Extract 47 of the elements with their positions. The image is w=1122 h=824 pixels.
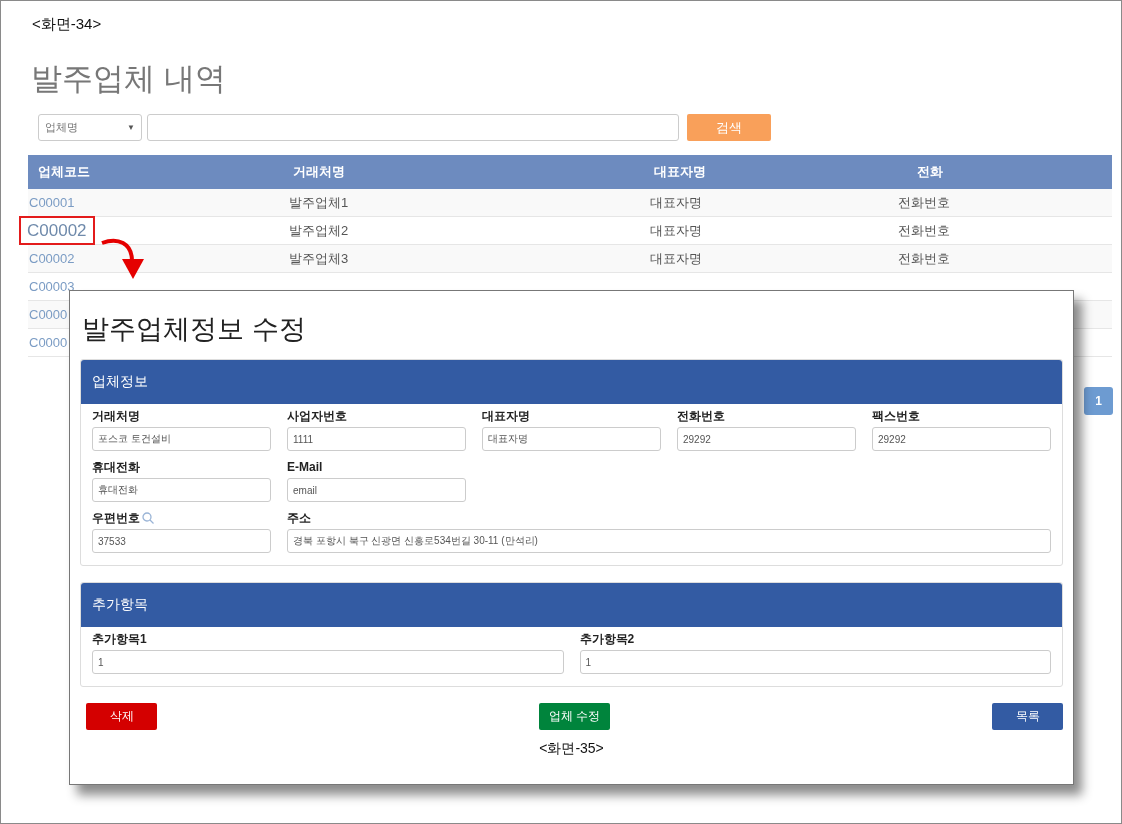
table-cell: 전화번호 — [898, 222, 950, 238]
action-button[interactable]: 목록 — [992, 703, 1063, 730]
table-cell: 대표자명 — [650, 194, 702, 210]
input-field[interactable]: 37533 — [92, 529, 271, 553]
search-select[interactable]: 업체명 ▼ — [38, 114, 142, 141]
input-field[interactable]: 경북 포항시 북구 신광면 신흥로534번길 30-11 (만석리) — [287, 529, 1051, 553]
field-label: 추가항목1 — [92, 630, 147, 648]
column-header: 대표자명 — [653, 163, 707, 181]
screen-label: <화면-34> — [32, 15, 102, 34]
dialog-title: 발주업체정보 수정 — [82, 313, 307, 346]
input-field[interactable]: 1111 — [287, 427, 466, 451]
field-label: 전화번호 — [677, 407, 725, 425]
panel-title: 업체정보 — [92, 373, 148, 391]
search-icon[interactable] — [142, 512, 154, 524]
table-cell: 대표자명 — [650, 222, 702, 238]
field-label: 대표자명 — [482, 407, 530, 425]
input-field[interactable]: email — [287, 478, 466, 502]
table-cell: 전화번호 — [898, 250, 950, 266]
field-label: E-Mail — [287, 460, 323, 474]
action-button[interactable]: 삭제 — [86, 703, 157, 730]
input-field[interactable]: 휴대전화 — [92, 478, 271, 502]
field-label: 주소 — [287, 509, 311, 527]
column-header: 업체코드 — [37, 163, 91, 181]
input-field[interactable]: 29292 — [677, 427, 856, 451]
table-cell: 대표자명 — [650, 250, 702, 266]
input-field[interactable]: 포스코 토건설비 — [92, 427, 271, 451]
field-label: 우편번호 — [92, 509, 140, 527]
field-label: 거래처명 — [92, 407, 140, 425]
page-title: 발주업체 내역 — [31, 60, 227, 98]
table-cell: 발주업체3 — [289, 250, 349, 266]
table-cell: 발주업체1 — [289, 194, 349, 210]
column-header: 거래처명 — [292, 163, 346, 181]
input-field[interactable]: 1 — [579, 650, 1051, 674]
input-field[interactable]: 대표자명 — [482, 427, 661, 451]
field-label: 휴대전화 — [92, 458, 140, 476]
input-field[interactable]: 29292 — [872, 427, 1051, 451]
action-button[interactable]: 업체 수정 — [539, 703, 610, 730]
column-header: 전화 — [916, 163, 944, 181]
field-label: 사업자번호 — [287, 407, 347, 425]
field-label: 팩스번호 — [872, 407, 920, 425]
search-field[interactable] — [147, 114, 679, 141]
panel-title: 추가항목 — [92, 596, 148, 614]
input-field[interactable]: 1 — [92, 650, 564, 674]
table-cell: 전화번호 — [898, 194, 950, 210]
screen-label: <화면-35> — [539, 740, 604, 756]
field-label: 추가항목2 — [579, 630, 635, 648]
table-cell: 발주업체2 — [289, 222, 349, 238]
